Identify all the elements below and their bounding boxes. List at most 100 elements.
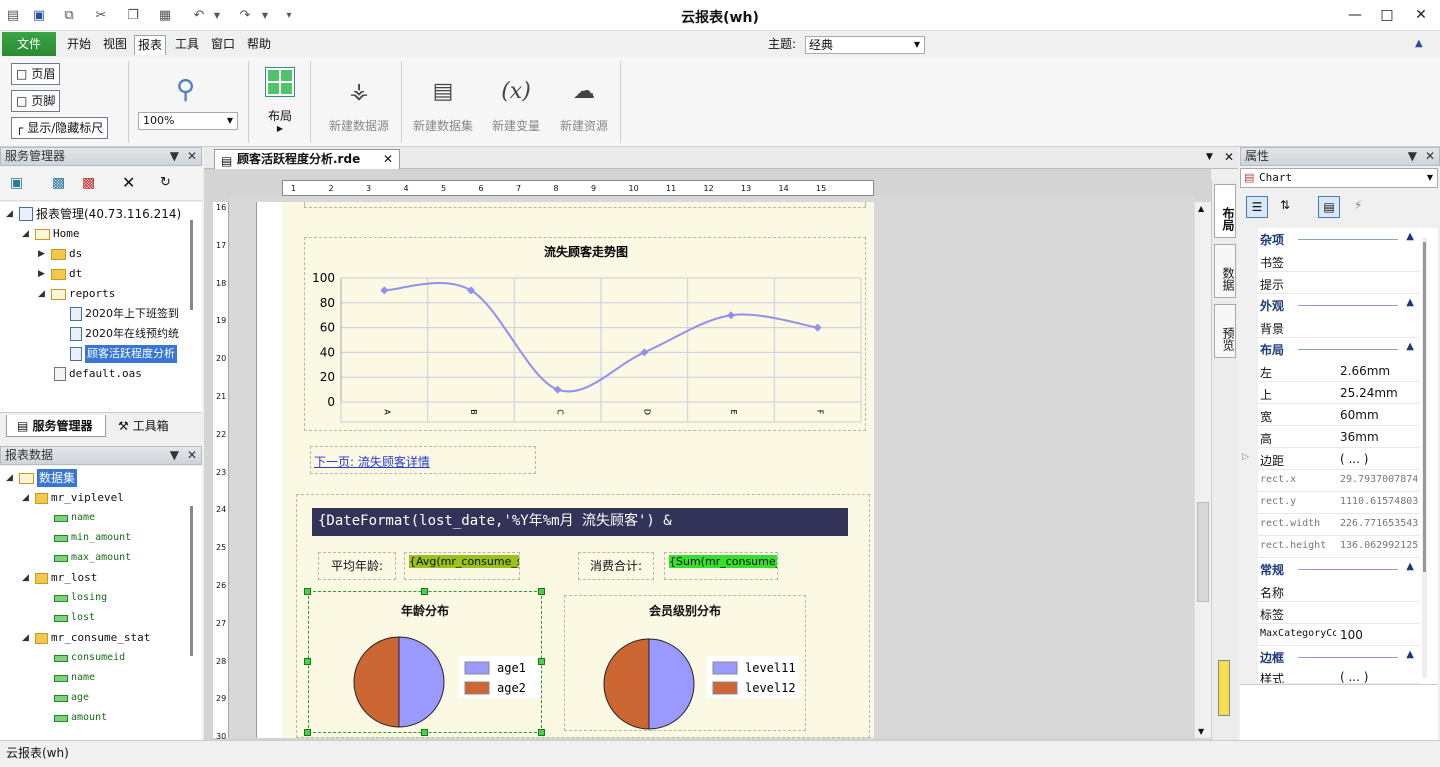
page-footer-button[interactable]: □ 页脚: [11, 90, 61, 112]
selection-handle[interactable]: [304, 588, 311, 595]
scroll-down-icon[interactable]: ▼: [1198, 727, 1204, 736]
field-node[interactable]: consumeid: [54, 649, 125, 667]
tree-node-reports[interactable]: ◢ reports: [38, 285, 115, 303]
dataset-node[interactable]: ◢ mr_viplevel: [22, 489, 124, 507]
collapse-icon[interactable]: ▲: [1406, 561, 1414, 572]
prop-rect-y[interactable]: rect.y 1110.61574803: [1258, 492, 1420, 514]
tree-node-default[interactable]: default.oas: [54, 365, 142, 383]
tree-node-report-2[interactable]: 2020年在线预约统: [70, 325, 179, 343]
prop-tooltip[interactable]: 提示: [1258, 272, 1420, 294]
prop-margin-value[interactable]: ( ... ): [1340, 452, 1420, 466]
expand-icon[interactable]: ▷: [1242, 452, 1249, 462]
dataset-node[interactable]: ◢ mr_lost: [22, 569, 97, 587]
prop-height[interactable]: 高 36mm: [1258, 426, 1420, 448]
menu-window[interactable]: 窗口: [208, 35, 238, 55]
collapse-icon[interactable]: ▲: [1406, 231, 1414, 242]
pin-icon[interactable]: ▼: [170, 148, 179, 165]
field-node[interactable]: losing: [54, 589, 107, 607]
avg-age-label[interactable]: 平均年龄:: [318, 552, 396, 580]
tree-node-report-3[interactable]: 顾客活跃程度分析: [70, 345, 177, 363]
scroll-thumb[interactable]: [1197, 502, 1209, 602]
selection-handle[interactable]: [538, 729, 545, 736]
new-dataset-button[interactable]: ▤ 新建数据集: [410, 71, 476, 134]
line-chart-box[interactable]: 流失顾客走势图 0 20 40 60 80 100 A B C D E F: [304, 237, 866, 431]
field-node[interactable]: lost: [54, 609, 95, 627]
tab-document[interactable]: ▤ 顾客活跃程度分析.rde ✕: [214, 149, 400, 170]
tree-node-root[interactable]: ◢ 报表管理(40.73.116.214): [6, 205, 181, 223]
scroll-up-icon[interactable]: ▲: [1198, 204, 1204, 213]
events-icon[interactable]: ⚡: [1354, 198, 1362, 212]
close-document-icon[interactable]: ✕: [1224, 150, 1234, 164]
sum-consume-label[interactable]: 消费合计:: [578, 552, 654, 580]
new-resource-button[interactable]: ☁ 新建资源: [556, 71, 612, 134]
sort-alpha-icon[interactable]: ⇅: [1280, 198, 1290, 212]
refresh-icon[interactable]: ↻: [160, 175, 171, 190]
category-border[interactable]: 边框 ▲: [1258, 646, 1420, 668]
category-general[interactable]: 常规 ▲: [1258, 558, 1420, 580]
field-node[interactable]: amount: [54, 709, 107, 727]
prop-bookmark[interactable]: 书签: [1258, 250, 1420, 272]
sum-consume-expression[interactable]: {Sum(mr_consume_stat['consume: [664, 552, 778, 580]
side-tab-layout[interactable]: 布局: [1214, 184, 1236, 238]
maximize-icon[interactable]: □: [1372, 0, 1402, 30]
menu-start[interactable]: 开始: [64, 35, 94, 55]
prop-rect-x[interactable]: rect.x 29.7937007874: [1258, 470, 1420, 492]
pin-icon[interactable]: ▼: [170, 447, 179, 464]
field-node[interactable]: max_amount: [54, 549, 131, 567]
band-selector-icon[interactable]: [1218, 660, 1230, 716]
close-icon[interactable]: ✕: [1406, 0, 1436, 30]
tab-toolbox[interactable]: ⚒ 工具箱: [112, 415, 188, 437]
tree-scrollbar[interactable]: [190, 220, 193, 310]
prop-label[interactable]: 标签: [1258, 602, 1420, 624]
toggle-ruler-button[interactable]: ┌ 显示/隐藏标尺: [11, 117, 109, 139]
new-datasource-button[interactable]: ⚶ 新建数据源: [326, 71, 392, 134]
tree-node-report-1[interactable]: 2020年上下班签到: [70, 305, 179, 323]
prop-style[interactable]: 样式 ( ... ): [1258, 668, 1420, 684]
prop-rect-width[interactable]: rect.width 226.771653543: [1258, 514, 1420, 536]
connect-icon[interactable]: ▩: [52, 175, 65, 191]
side-tab-data[interactable]: 数据: [1214, 244, 1236, 298]
collapse-icon[interactable]: ▲: [1406, 341, 1414, 352]
prop-name[interactable]: 名称: [1258, 580, 1420, 602]
theme-select[interactable]: 经典 ▼: [805, 36, 925, 54]
dataset-node[interactable]: ◢ mr_consume_stat: [22, 629, 150, 647]
selection-handle[interactable]: [421, 588, 428, 595]
property-scrollbar[interactable]: [1423, 242, 1426, 572]
prop-top[interactable]: 上 25.24mm: [1258, 382, 1420, 404]
category-misc[interactable]: 杂项 ▲: [1258, 228, 1420, 250]
object-selector[interactable]: ▤ Chart ▼: [1240, 168, 1438, 188]
vertical-scrollbar[interactable]: ▲ ▼: [1194, 202, 1211, 738]
tree-node-datasets[interactable]: ◢ 数据集: [6, 469, 78, 487]
close-icon[interactable]: ✕: [187, 447, 197, 464]
next-page-link[interactable]: 下一页: 流失顾客详情: [314, 453, 430, 470]
category-appearance[interactable]: 外观 ▲: [1258, 294, 1420, 316]
selection-handle[interactable]: [538, 588, 545, 595]
prop-max-category[interactable]: MaxCategoryCo 100: [1258, 624, 1420, 646]
prop-left-value[interactable]: 2.66mm: [1340, 364, 1420, 378]
prop-rect-height[interactable]: rect.height 136.062992125: [1258, 536, 1420, 558]
menu-report[interactable]: 报表: [134, 35, 167, 55]
close-icon[interactable]: ✕: [187, 148, 197, 165]
minimize-icon[interactable]: —: [1340, 0, 1370, 30]
selection-handle[interactable]: [538, 658, 545, 665]
menu-help[interactable]: 帮助: [244, 35, 274, 55]
menu-tools[interactable]: 工具: [172, 35, 202, 55]
properties-icon[interactable]: ▤: [1318, 196, 1340, 218]
tree-node-dt[interactable]: ▶ dt: [38, 265, 82, 283]
page-header-button[interactable]: □ 页眉: [11, 63, 61, 85]
menu-file[interactable]: 文件: [2, 32, 56, 56]
level-pie-chart-box[interactable]: 会员级别分布 level11 level12: [564, 595, 806, 731]
layout-button[interactable]: 布局 ▶: [262, 107, 298, 133]
zoom-select[interactable]: 100% ▼: [138, 112, 238, 130]
selection-handle[interactable]: [304, 729, 311, 736]
tab-server-manager[interactable]: ▤ 服务管理器: [6, 415, 106, 437]
collapse-ribbon-icon[interactable]: ▲: [1412, 35, 1426, 55]
new-variable-button[interactable]: (x) 新建变量: [488, 71, 544, 134]
prop-height-value[interactable]: 36mm: [1340, 430, 1420, 444]
prop-style-value[interactable]: ( ... ): [1340, 670, 1420, 683]
add-server-icon[interactable]: ▣: [10, 175, 23, 191]
field-node[interactable]: name: [54, 669, 95, 687]
menu-view[interactable]: 视图: [100, 35, 130, 55]
avg-age-expression[interactable]: {Avg(mr_consume_stat['age'])}: [404, 552, 520, 580]
prop-max-category-value[interactable]: 100: [1340, 628, 1420, 642]
